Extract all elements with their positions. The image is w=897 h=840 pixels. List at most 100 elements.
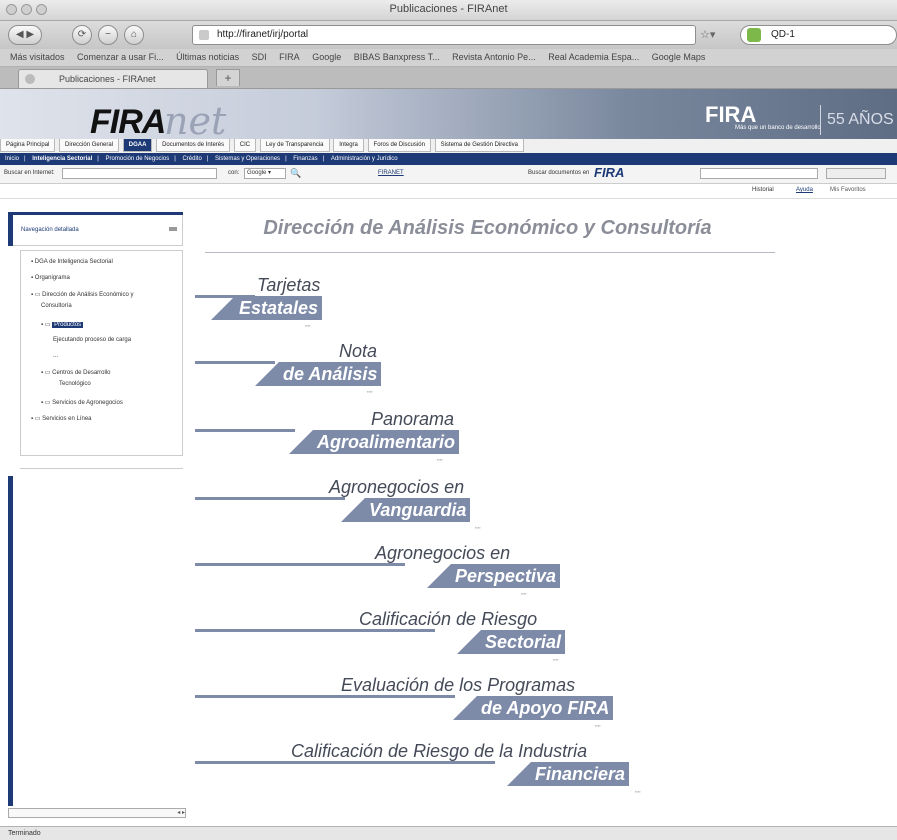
- bookmark-item[interactable]: Revista Antonio Pe...: [452, 49, 536, 66]
- reload-icon[interactable]: ⟳: [72, 25, 92, 45]
- tree-item-selected[interactable]: ▪ ▭ Productos: [41, 321, 84, 328]
- status-bar: Terminado: [0, 826, 897, 840]
- browser-search-value: QD-1: [771, 29, 795, 40]
- window-title: Publicaciones - FIRAnet: [389, 3, 508, 15]
- search-icon[interactable]: 🔍: [290, 168, 301, 179]
- tree-item-continuation: Tecnológico: [59, 381, 91, 387]
- search-engine-select[interactable]: Google ▾: [244, 168, 286, 179]
- publication-caption: ▪▪▪▪: [553, 657, 559, 662]
- search-engine-icon[interactable]: [747, 28, 761, 42]
- publication-line2: Perspectiva: [426, 564, 561, 588]
- favorites-link[interactable]: Mis Favoritos: [830, 187, 866, 193]
- bookmark-item[interactable]: FIRA: [279, 49, 300, 66]
- firanet-logo[interactable]: FIRA: [90, 103, 166, 141]
- history-row: Historial Ayuda Mis Favoritos: [0, 184, 897, 199]
- tree-item-continuation: Consultoría: [41, 303, 72, 309]
- menu-item[interactable]: Página Principal: [0, 139, 56, 152]
- browser-toolbar: ◀ ▶ ⟳ − ⌂ http://firanet/irj/portal ☆▾ Q…: [0, 21, 897, 49]
- menu-item[interactable]: Sistema de Gestión Directiva: [434, 139, 524, 152]
- submenu-item[interactable]: Administración y Jurídico: [331, 156, 398, 162]
- bookmark-item[interactable]: Google Maps: [652, 49, 706, 66]
- submenu-item-active[interactable]: Inteligencia Sectorial: [32, 156, 92, 162]
- internet-search-input[interactable]: [62, 168, 217, 179]
- menu-item[interactable]: Integra: [333, 139, 364, 152]
- publication-line1: Agronegocios en: [329, 477, 465, 497]
- publication-line1: Agronegocios en: [375, 543, 511, 563]
- document-search-button[interactable]: [826, 168, 886, 179]
- bookmark-item[interactable]: Últimas noticias: [176, 49, 239, 66]
- tab-bar: Publicaciones - FIRAnet +: [0, 67, 897, 89]
- bookmark-star-icon[interactable]: ☆▾: [700, 28, 715, 41]
- menu-item[interactable]: Ley de Transparencia: [259, 139, 330, 152]
- submenu-item[interactable]: Inicio: [5, 156, 19, 162]
- detailed-navigation-header[interactable]: Navegación detallada: [8, 212, 183, 246]
- publication-caption: ▪▪▪▪: [595, 723, 601, 728]
- publication-line1: Tarjetas: [257, 275, 321, 295]
- collapse-icon[interactable]: [169, 227, 177, 231]
- internet-search-label: Buscar en Internet:: [4, 170, 55, 176]
- tree-item[interactable]: ▪ Organigrama: [31, 275, 70, 281]
- history-link[interactable]: Historial: [752, 187, 774, 193]
- bookmark-item[interactable]: Comenzar a usar Fi...: [77, 49, 164, 66]
- new-tab-button[interactable]: +: [216, 69, 240, 86]
- second-level-menu: Inicio | Inteligencia Sectorial | Promoció…: [0, 153, 897, 165]
- tab-publicaciones[interactable]: Publicaciones - FIRAnet: [18, 69, 208, 88]
- bookmark-item[interactable]: BIBAS Banxpress T...: [354, 49, 440, 66]
- publication-band: [195, 695, 455, 698]
- menu-item[interactable]: Foros de Discusión: [367, 139, 431, 152]
- tree-item[interactable]: ▪ DGA de Inteligencia Sectorial: [31, 259, 113, 265]
- submenu-item[interactable]: Finanzas: [293, 156, 317, 162]
- tree-item: ...: [53, 353, 59, 359]
- url-input[interactable]: http://firanet/irj/portal: [192, 25, 696, 45]
- menu-item[interactable]: Dirección General: [59, 139, 120, 152]
- publication-line1: Calificación de Riesgo de la Industria: [291, 741, 588, 761]
- bookmark-item[interactable]: Real Academia Espa...: [548, 49, 639, 66]
- firanet-logo-script: net: [164, 99, 227, 141]
- publication-caption: ▪▪▪▪: [305, 323, 311, 328]
- navigation-sidebar: Navegación detallada ▪ DGA de Inteligenc…: [8, 208, 186, 818]
- menu-item[interactable]: CIC: [233, 139, 257, 152]
- submenu-item[interactable]: Sistemas y Operaciones: [215, 156, 280, 162]
- publication-band: [195, 429, 295, 432]
- navigation-tree: ▪ DGA de Inteligencia Sectorial ▪ Organi…: [20, 250, 183, 456]
- tree-item[interactable]: ▪ ▭ Centros de Desarrollo: [41, 369, 111, 376]
- search-with-label: con:: [228, 170, 240, 176]
- publication-line2: Sectorial: [456, 630, 566, 654]
- publication-band: [195, 761, 495, 764]
- menu-item[interactable]: Documentos de Interés: [156, 139, 231, 152]
- publication-caption: ▪▪▪▪: [475, 525, 481, 530]
- bookmark-item[interactable]: Más visitados: [10, 49, 65, 66]
- page-title: Dirección de Análisis Económico y Consul…: [263, 217, 712, 239]
- top-level-menu: Página Principal Dirección General DGAA …: [0, 139, 897, 154]
- submenu-item[interactable]: Crédito: [182, 156, 201, 162]
- tree-item[interactable]: ▪ ▭ Dirección de Análisis Económico y: [31, 291, 134, 298]
- document-search-label: Buscar documentos en: [528, 170, 590, 176]
- tree-item[interactable]: ▪ ▭ Servicios en Línea: [31, 415, 92, 422]
- help-link[interactable]: Ayuda: [796, 187, 813, 193]
- firanet-link[interactable]: FIRANET: [378, 170, 404, 176]
- submenu-item[interactable]: Promoción de Negocios: [106, 156, 170, 162]
- publication-line1: Nota: [339, 341, 378, 361]
- status-text: Terminado: [8, 830, 41, 837]
- bookmark-item[interactable]: SDI: [252, 49, 267, 66]
- publication-band: [195, 563, 405, 566]
- menu-item-active[interactable]: DGAA: [122, 139, 153, 152]
- publication-line1: Calificación de Riesgo: [359, 609, 538, 629]
- fira-search-logo: FIRA: [594, 165, 625, 180]
- close-tab-icon[interactable]: [25, 74, 35, 84]
- home-icon[interactable]: ⌂: [124, 25, 144, 45]
- stop-icon[interactable]: −: [98, 25, 118, 45]
- publication-band: [195, 629, 435, 632]
- fira-logo-tagline: Más que un banco de desarrollo: [735, 125, 821, 131]
- publication-line2: Financiera: [506, 762, 630, 786]
- url-text: http://firanet/irj/portal: [217, 29, 309, 40]
- back-forward-button[interactable]: ◀ ▶: [8, 25, 42, 45]
- sidebar-accent-bar: [8, 476, 13, 806]
- bookmark-item[interactable]: Google: [312, 49, 341, 66]
- tree-item[interactable]: ▪ ▭ Servicios de Agronegocios: [41, 399, 123, 406]
- publication-band: [195, 497, 345, 500]
- tree-item[interactable]: Ejecutando proceso de carga: [53, 337, 131, 343]
- sidebar-horizontal-scrollbar[interactable]: ◂ ▸: [8, 808, 186, 818]
- browser-search-input[interactable]: QD-1: [740, 25, 897, 45]
- document-search-input[interactable]: [700, 168, 818, 179]
